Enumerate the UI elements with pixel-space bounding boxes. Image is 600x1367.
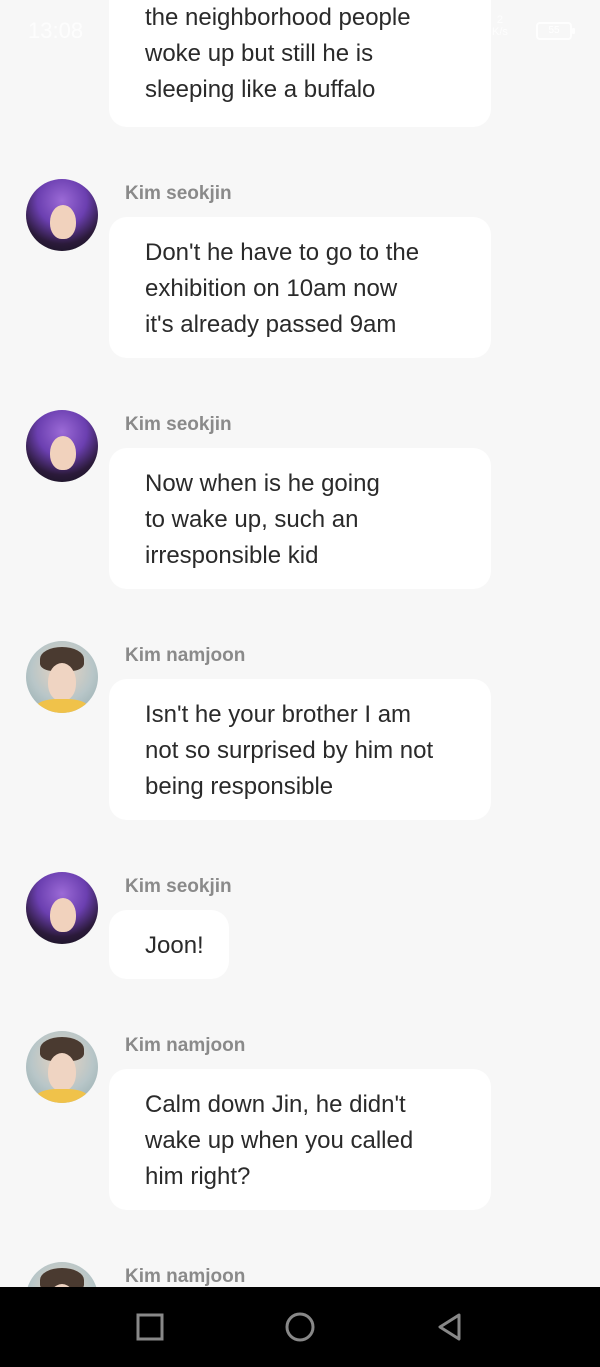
sender-name: Kim seokjin [125, 183, 232, 204]
avatar[interactable] [26, 872, 98, 944]
sender-name: Kim namjoon [125, 1266, 246, 1287]
message-line: wake up when you called [145, 1127, 414, 1154]
message-line: the neighborhood people [145, 4, 411, 31]
message-line: Isn't he your brother I am [145, 701, 412, 728]
chat-list[interactable]: the neighborhood people woke up but stil… [0, 0, 600, 1287]
circle-icon[interactable] [284, 1311, 316, 1343]
message-bubble-partial[interactable]: the neighborhood people woke up but stil… [109, 0, 491, 127]
message-bubble[interactable]: Isn't he your brother I am not so surpri… [109, 679, 491, 820]
message-line: Calm down Jin, he didn't [145, 1091, 406, 1118]
sender-name: Kim seokjin [125, 876, 232, 897]
message-line: Joon! [145, 932, 204, 959]
message-line: irresponsible kid [145, 542, 319, 569]
message-bubble[interactable]: Calm down Jin, he didn't wake up when yo… [109, 1069, 491, 1210]
message-line: Don't he have to go to the [145, 239, 420, 266]
message-line: it's already passed 9am [145, 311, 397, 338]
avatar[interactable] [26, 641, 98, 713]
sender-name: Kim namjoon [125, 645, 246, 666]
message-line: not so surprised by him not [145, 737, 434, 764]
message-line: sleeping like a buffalo [145, 76, 376, 103]
avatar[interactable] [26, 1262, 98, 1287]
triangle-back-icon[interactable] [434, 1311, 466, 1343]
square-icon[interactable] [134, 1311, 166, 1343]
message-line: him right? [145, 1163, 251, 1190]
message-bubble[interactable]: Joon! [109, 910, 229, 979]
message-line: woke up but still he is [145, 40, 374, 67]
message-line: to wake up, such an [145, 506, 359, 533]
avatar[interactable] [26, 179, 98, 251]
message-bubble[interactable]: Now when is he going to wake up, such an… [109, 448, 491, 589]
system-nav-bar [0, 1287, 600, 1367]
sender-name: Kim namjoon [125, 1035, 246, 1056]
avatar[interactable] [26, 410, 98, 482]
message-line: Now when is he going [145, 470, 380, 497]
sender-name: Kim seokjin [125, 414, 232, 435]
avatar[interactable] [26, 1031, 98, 1103]
message-line: being responsible [145, 773, 334, 800]
message-bubble[interactable]: Don't he have to go to the exhibition on… [109, 217, 491, 358]
message-line: exhibition on 10am now [145, 275, 398, 302]
